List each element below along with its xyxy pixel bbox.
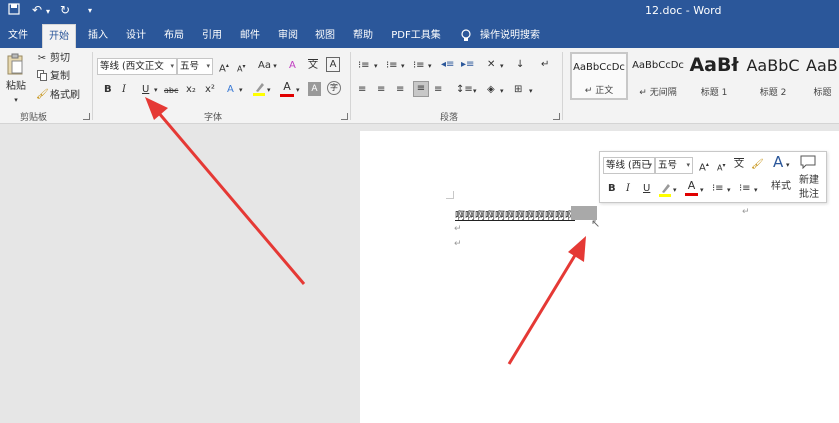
arrow-to-selection — [507, 251, 579, 365]
annotation-arrows — [145, 97, 586, 365]
arrow-to-underline — [156, 111, 306, 285]
arrow-head-icon — [568, 236, 586, 262]
arrow-head-icon — [145, 97, 168, 120]
